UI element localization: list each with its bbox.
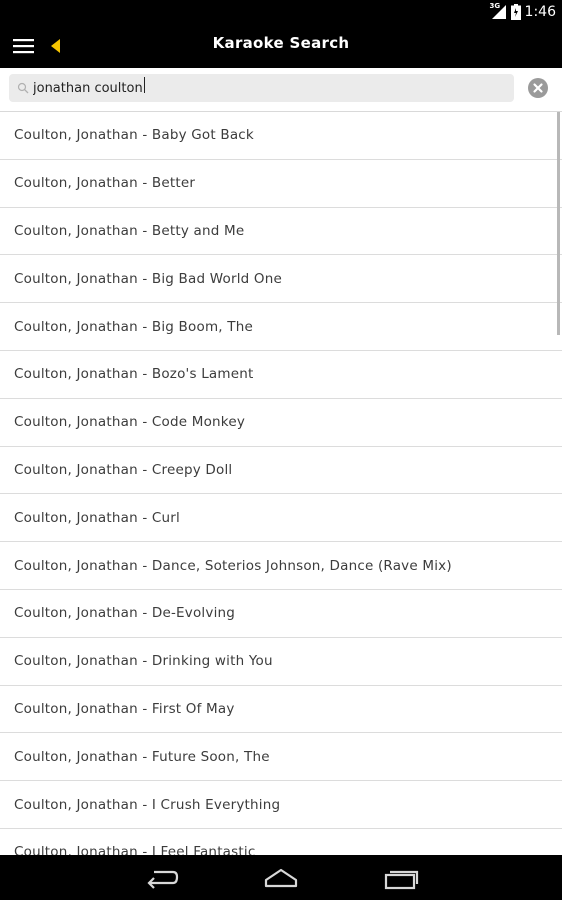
- signal-icon: 3G: [489, 2, 507, 20]
- recents-nav-icon: [384, 870, 419, 890]
- result-list-item[interactable]: Coulton, Jonathan - Drinking with You: [0, 638, 562, 686]
- page-title: Karaoke Search: [212, 34, 350, 52]
- search-input[interactable]: [33, 78, 503, 98]
- nav-recents-button[interactable]: [384, 865, 420, 891]
- result-list-item[interactable]: Coulton, Jonathan - First Of May: [0, 686, 562, 734]
- nav-home-button[interactable]: [263, 865, 299, 891]
- result-list-item[interactable]: Coulton, Jonathan - Big Boom, The: [0, 303, 562, 351]
- text-cursor: [143, 77, 145, 93]
- result-list-item[interactable]: Coulton, Jonathan - Betty and Me: [0, 208, 562, 256]
- battery-icon: [510, 4, 521, 20]
- back-nav-icon: [147, 870, 179, 889]
- result-list-item[interactable]: Coulton, Jonathan - Baby Got Back: [0, 112, 562, 160]
- nav-back-button[interactable]: [145, 865, 179, 891]
- result-list-item[interactable]: Coulton, Jonathan - Big Bad World One: [0, 255, 562, 304]
- status-bar: 3G 1:46: [0, 0, 562, 24]
- result-list-item[interactable]: Coulton, Jonathan - Curl: [0, 494, 562, 543]
- result-list-item[interactable]: Coulton, Jonathan - Dance, Soterios John…: [0, 542, 562, 590]
- result-list-item[interactable]: Coulton, Jonathan - Future Soon, The: [0, 733, 562, 782]
- app-bar: Karaoke Search: [0, 24, 562, 68]
- scrollbar[interactable]: [557, 112, 560, 335]
- results-list[interactable]: Coulton, Jonathan - Baby Got Back Coulton…: [0, 112, 562, 855]
- search-bar: [0, 68, 562, 112]
- result-list-item[interactable]: Coulton, Jonathan - Better: [0, 160, 562, 208]
- navigation-bar: [0, 855, 562, 900]
- status-time: 1:46: [524, 4, 556, 20]
- result-list-item[interactable]: Coulton, Jonathan - Creepy Doll: [0, 447, 562, 495]
- result-list-item[interactable]: Coulton, Jonathan - Bozo's Lament: [0, 351, 562, 399]
- clear-icon: [533, 83, 543, 93]
- home-nav-icon: [264, 868, 298, 888]
- clear-search-button[interactable]: [528, 78, 548, 98]
- result-list-item[interactable]: Coulton, Jonathan - I Crush Everything: [0, 781, 562, 829]
- search-box[interactable]: [9, 74, 514, 102]
- result-list-item[interactable]: Coulton, Jonathan - Code Monkey: [0, 399, 562, 447]
- search-icon: [17, 82, 29, 94]
- network-label: 3G: [489, 2, 501, 10]
- result-list-item[interactable]: Coulton, Jonathan - De-Evolving: [0, 590, 562, 638]
- status-icons: 3G 1:46: [489, 2, 556, 21]
- result-list-item[interactable]: Coulton, Jonathan - I Feel Fantastic: [0, 829, 562, 855]
